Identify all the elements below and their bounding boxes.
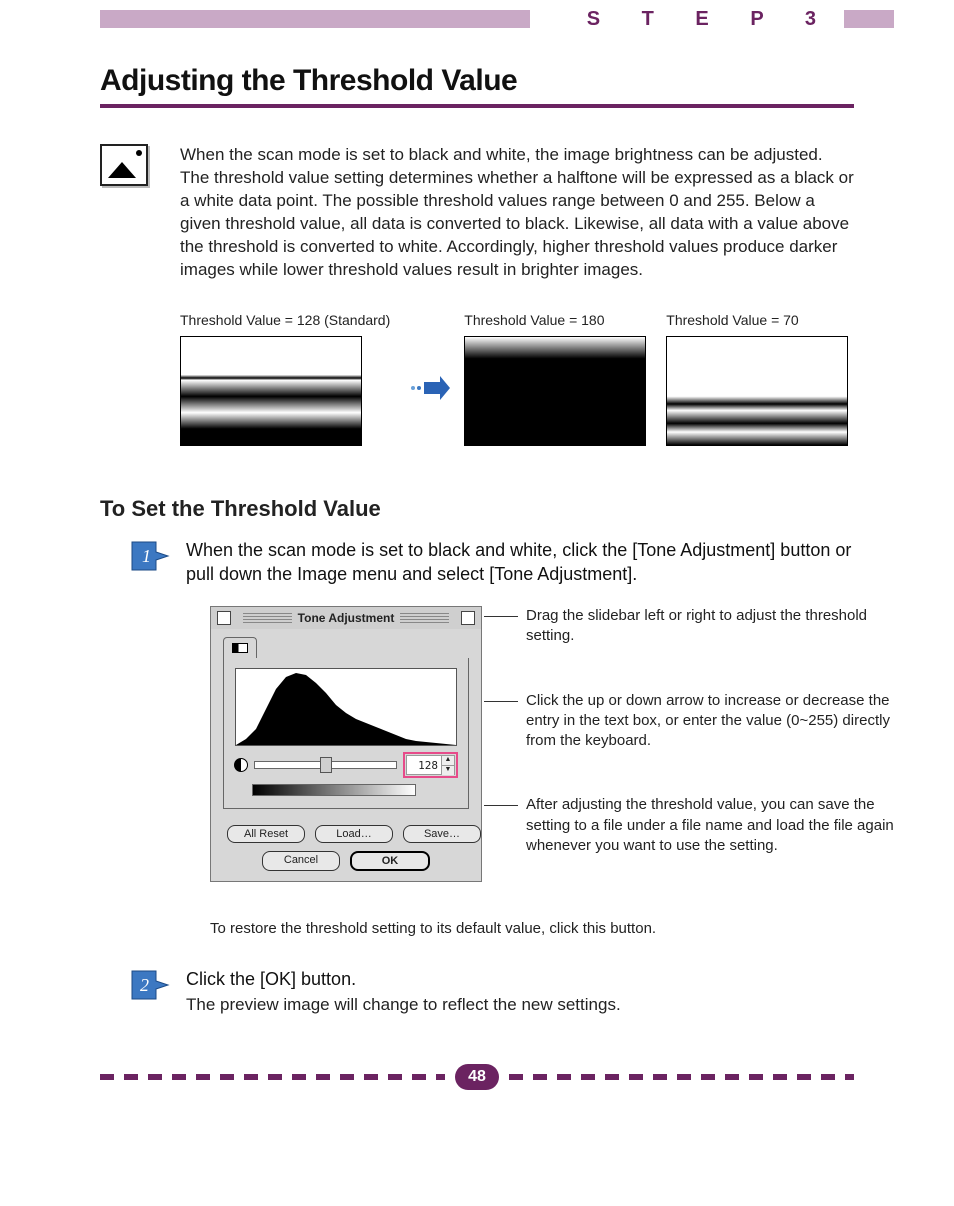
- header-bar-left: [100, 10, 530, 28]
- dialog-zoom-icon[interactable]: [461, 611, 475, 625]
- example-caption-180: Threshold Value = 180: [464, 312, 604, 328]
- title-rule: [100, 104, 854, 108]
- svg-text:2: 2: [140, 975, 149, 995]
- step-2-title: Click the [OK] button.: [186, 967, 621, 991]
- step-1-text: When the scan mode is set to black and w…: [186, 538, 854, 587]
- all-reset-button[interactable]: All Reset: [227, 825, 305, 843]
- callout-save: After adjusting the threshold value, you…: [502, 795, 894, 856]
- dialog-titlebar: Tone Adjustment: [211, 607, 481, 629]
- cancel-button[interactable]: Cancel: [262, 851, 340, 871]
- example-thumb-180: [464, 336, 646, 446]
- example-thumb-70: [666, 336, 848, 446]
- threshold-step-down[interactable]: ▼: [442, 766, 454, 775]
- contrast-icon: [234, 758, 248, 772]
- callout-value: Click the up or down arrow to increase o…: [502, 691, 894, 752]
- dialog-close-icon[interactable]: [217, 611, 231, 625]
- threshold-slider-thumb[interactable]: [320, 757, 332, 773]
- dialog-callouts: Drag the slidebar left or right to adjus…: [502, 606, 894, 900]
- header-step-bar: S T E P 3: [100, 10, 894, 34]
- threshold-histogram: [235, 668, 457, 746]
- header-bar-right: [844, 10, 894, 28]
- step-label: S T E P 3: [587, 6, 834, 33]
- threshold-gradient-bar: [252, 784, 416, 796]
- example-caption-standard: Threshold Value = 128 (Standard): [180, 312, 390, 328]
- page-number: 48: [455, 1064, 499, 1090]
- threshold-slider[interactable]: [254, 761, 397, 769]
- example-thumb-standard: [180, 336, 362, 446]
- subheading: To Set the Threshold Value: [100, 496, 854, 522]
- intro-paragraph: When the scan mode is set to black and w…: [180, 144, 854, 282]
- footer-dash-left: [100, 1074, 445, 1080]
- footer-dash-right: [509, 1074, 854, 1080]
- save-button[interactable]: Save…: [403, 825, 481, 843]
- svg-text:1: 1: [142, 546, 151, 566]
- dialog-histogram-tab[interactable]: [223, 637, 257, 658]
- ok-button[interactable]: OK: [350, 851, 430, 871]
- threshold-value-input[interactable]: 128: [407, 759, 441, 772]
- page-footer: 48: [100, 1064, 854, 1090]
- callout-slider: Drag the slidebar left or right to adjus…: [502, 606, 894, 647]
- step-1-badge: 1: [130, 538, 170, 574]
- example-caption-70: Threshold Value = 70: [666, 312, 798, 328]
- threshold-examples: Threshold Value = 128 (Standard) Thresho…: [180, 312, 854, 446]
- load-button[interactable]: Load…: [315, 825, 393, 843]
- step-2-sub: The preview image will change to reflect…: [186, 994, 621, 1017]
- page-title: Adjusting the Threshold Value: [100, 64, 854, 98]
- threshold-icon: [100, 144, 150, 282]
- arrow-right-icon: [410, 334, 450, 442]
- tone-adjustment-dialog: Tone Adjustment 128 ▲: [210, 606, 482, 882]
- dialog-title: Tone Adjustment: [298, 611, 395, 625]
- threshold-step-up[interactable]: ▲: [442, 756, 454, 766]
- callout-reset: To restore the threshold setting to its …: [210, 918, 854, 939]
- step-2-badge: 2: [130, 967, 170, 1003]
